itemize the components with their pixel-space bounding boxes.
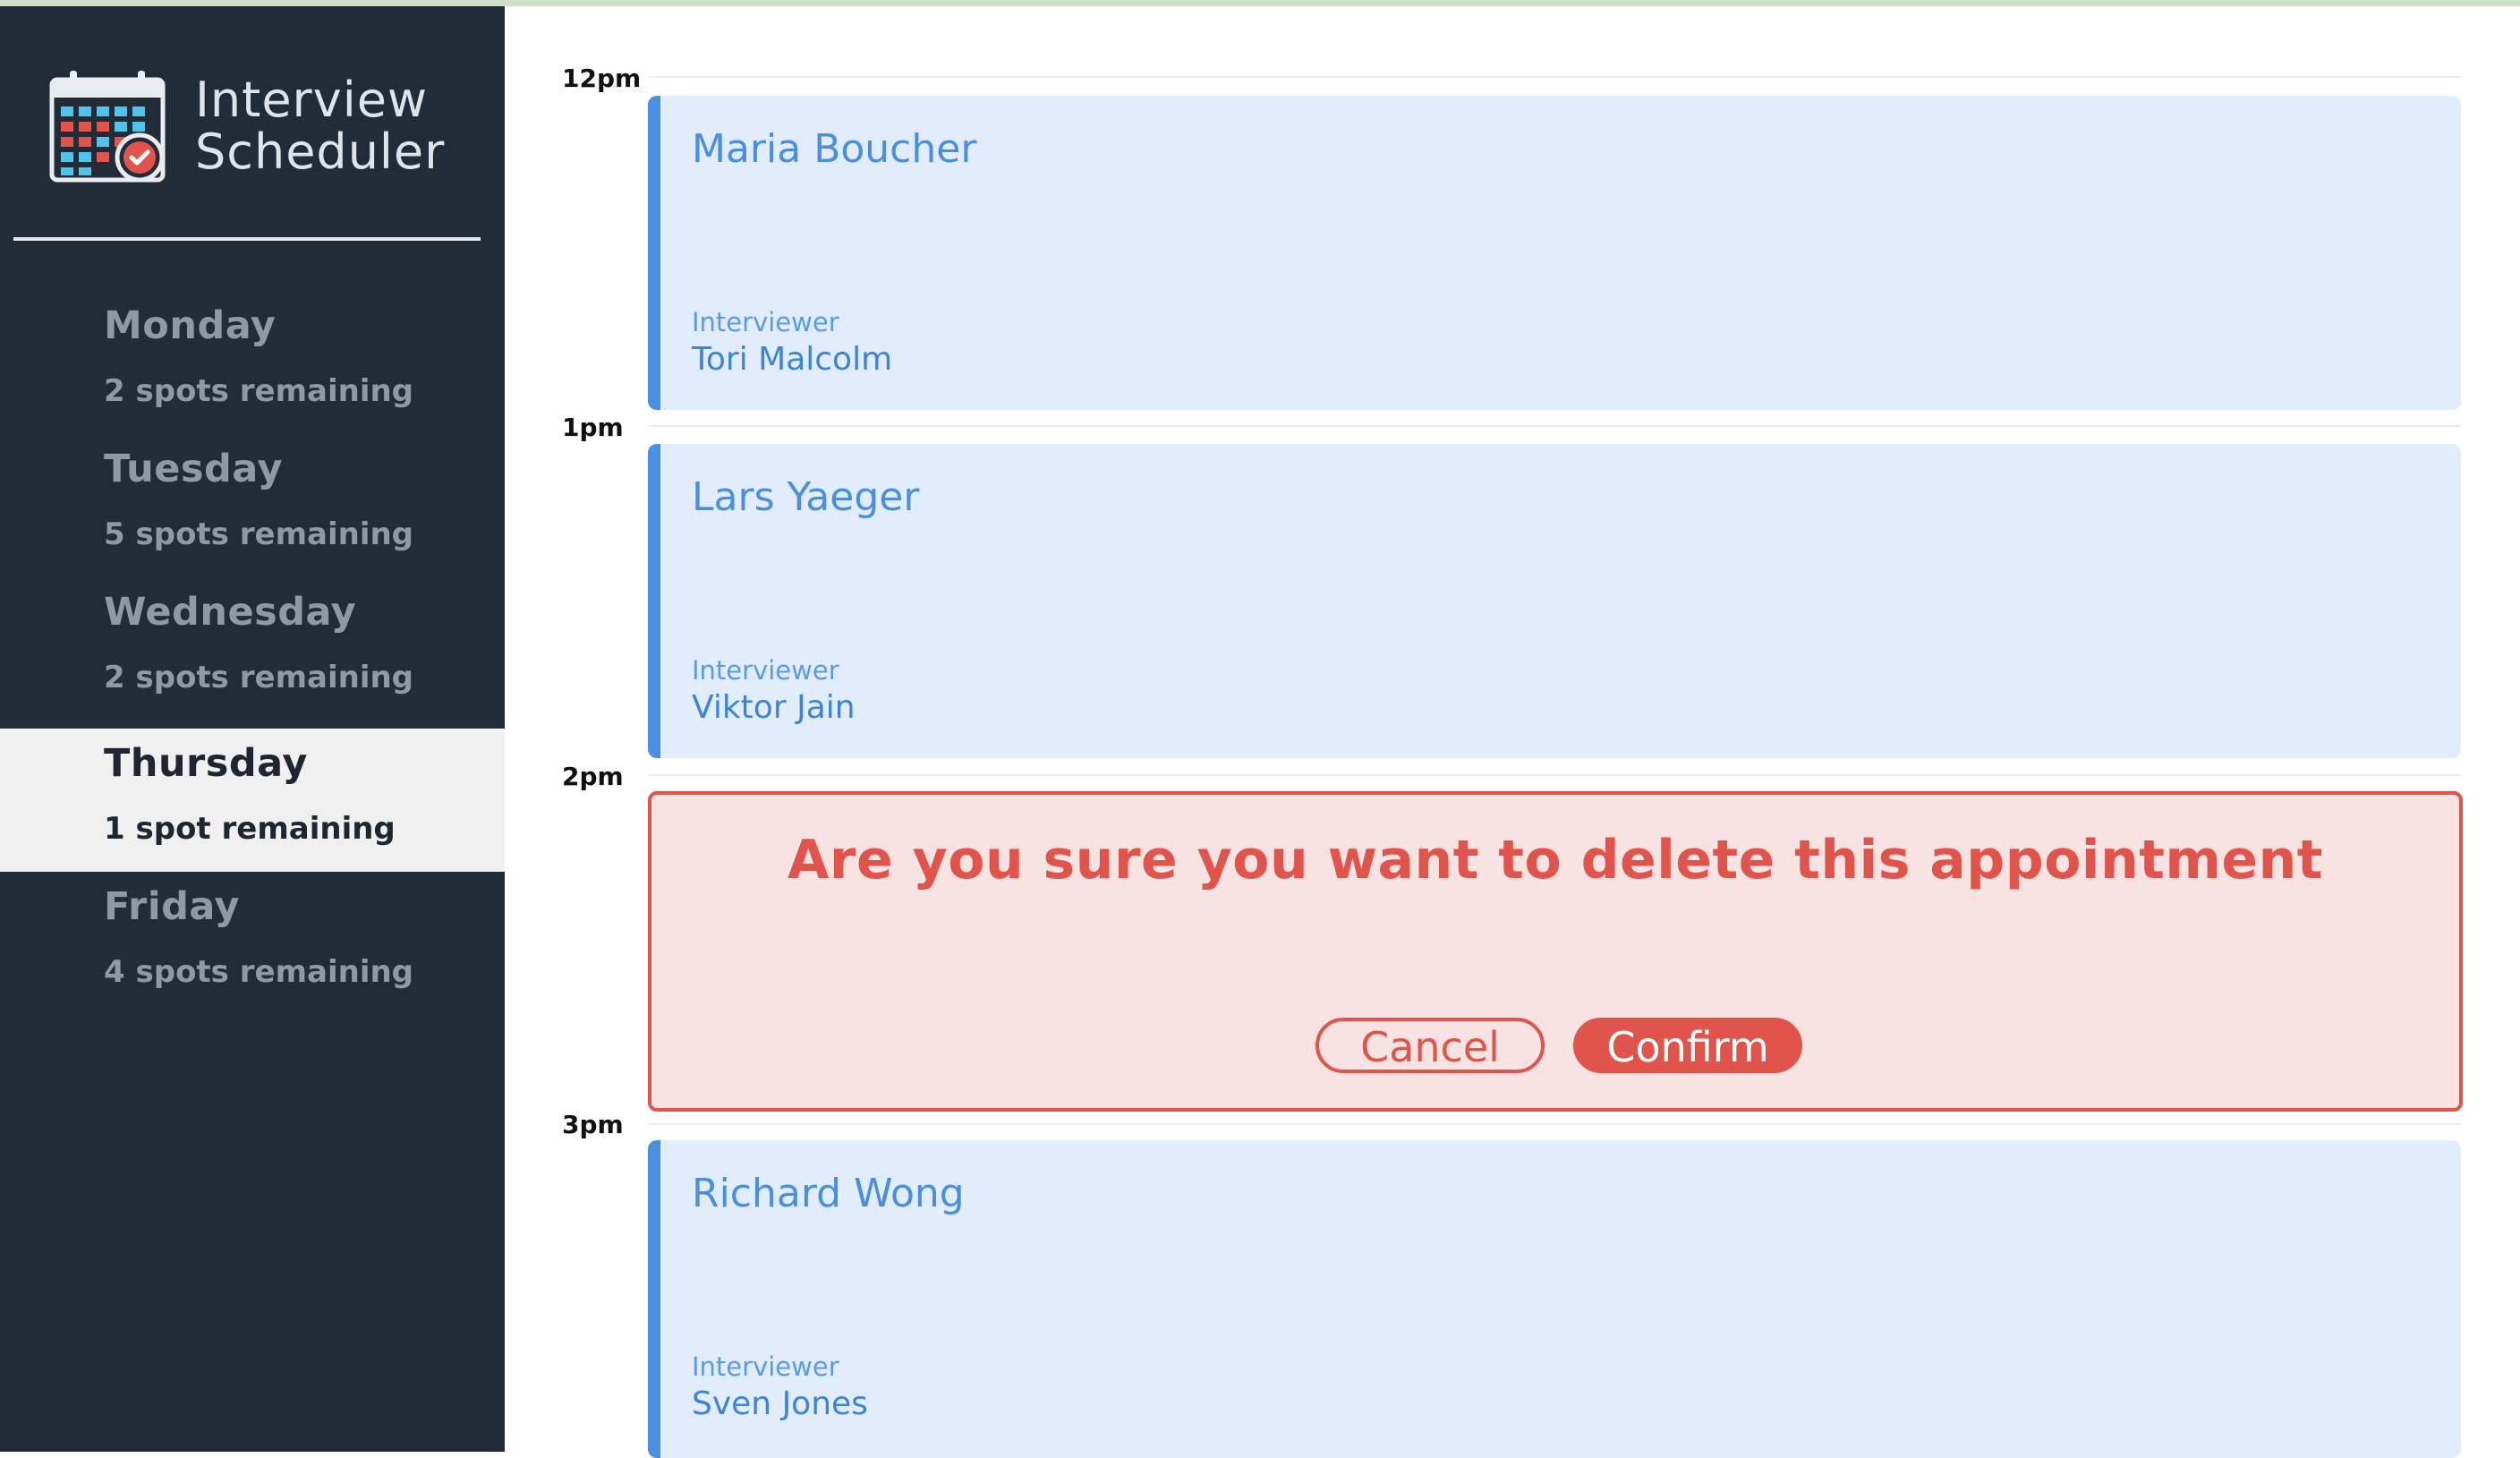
interviewer-label: Interviewer — [692, 1351, 839, 1382]
time-divider — [648, 76, 2461, 78]
day-spots: 5 spots remaining — [104, 516, 414, 552]
day-spots: 4 spots remaining — [104, 954, 414, 990]
app-title: Interview Scheduler — [195, 74, 445, 178]
appointment-card[interactable]: Richard Wong Interviewer Sven Jones — [648, 1140, 2461, 1458]
interviewer-label: Interviewer — [692, 307, 839, 337]
appointment-card[interactable]: Maria Boucher Interviewer Tori Malcolm — [648, 96, 2461, 410]
interviewer-name: Viktor Jain — [692, 689, 856, 726]
day-spots: 2 spots remaining — [104, 660, 414, 695]
time-label: 12pm — [562, 64, 642, 93]
time-label: 1pm — [562, 413, 624, 442]
window-top-border — [0, 0, 2520, 6]
day-spots: 2 spots remaining — [104, 373, 414, 409]
day-name: Thursday — [104, 741, 308, 786]
student-name: Lars Yaeger — [692, 474, 920, 520]
confirm-button[interactable]: Confirm — [1573, 1018, 1802, 1073]
day-item-wednesday[interactable]: Wednesday 2 spots remaining — [0, 577, 505, 720]
interviewer-name: Tori Malcolm — [692, 341, 893, 378]
time-label: 3pm — [562, 1110, 624, 1139]
time-divider — [648, 1123, 2461, 1125]
day-name: Monday — [104, 303, 277, 348]
day-item-monday[interactable]: Monday 2 spots remaining — [0, 291, 505, 434]
day-name: Friday — [104, 884, 241, 929]
app-title-line2: Scheduler — [195, 124, 446, 180]
student-name: Richard Wong — [692, 1171, 965, 1216]
calendar-check-icon — [49, 71, 166, 183]
time-label: 2pm — [562, 762, 624, 791]
day-name: Wednesday — [104, 590, 357, 635]
schedule: 12pm Maria Boucher Interviewer Tori Malc… — [505, 6, 2520, 1458]
sidebar-divider — [13, 237, 481, 241]
interviewer-name: Sven Jones — [692, 1386, 868, 1422]
day-item-thursday[interactable]: Thursday 1 spot remaining — [0, 729, 505, 872]
day-spots: 1 spot remaining — [104, 811, 396, 847]
day-item-tuesday[interactable]: Tuesday 5 spots remaining — [0, 434, 505, 577]
app-title-line1: Interview — [195, 72, 429, 128]
sidebar: Interview Scheduler Monday 2 spots remai… — [0, 6, 505, 1452]
appointment-card[interactable]: Lars Yaeger Interviewer Viktor Jain — [648, 444, 2461, 758]
time-divider — [648, 425, 2461, 427]
day-item-friday[interactable]: Friday 4 spots remaining — [0, 872, 505, 1015]
delete-confirmation: Are you sure you want to delete this app… — [648, 791, 2463, 1112]
cancel-button[interactable]: Cancel — [1315, 1018, 1545, 1073]
day-name: Tuesday — [104, 447, 283, 491]
time-divider — [648, 774, 2461, 776]
brand: Interview Scheduler — [48, 71, 496, 187]
interviewer-label: Interviewer — [692, 655, 839, 686]
confirm-message: Are you sure you want to delete this app… — [788, 829, 2323, 891]
student-name: Maria Boucher — [692, 126, 977, 172]
